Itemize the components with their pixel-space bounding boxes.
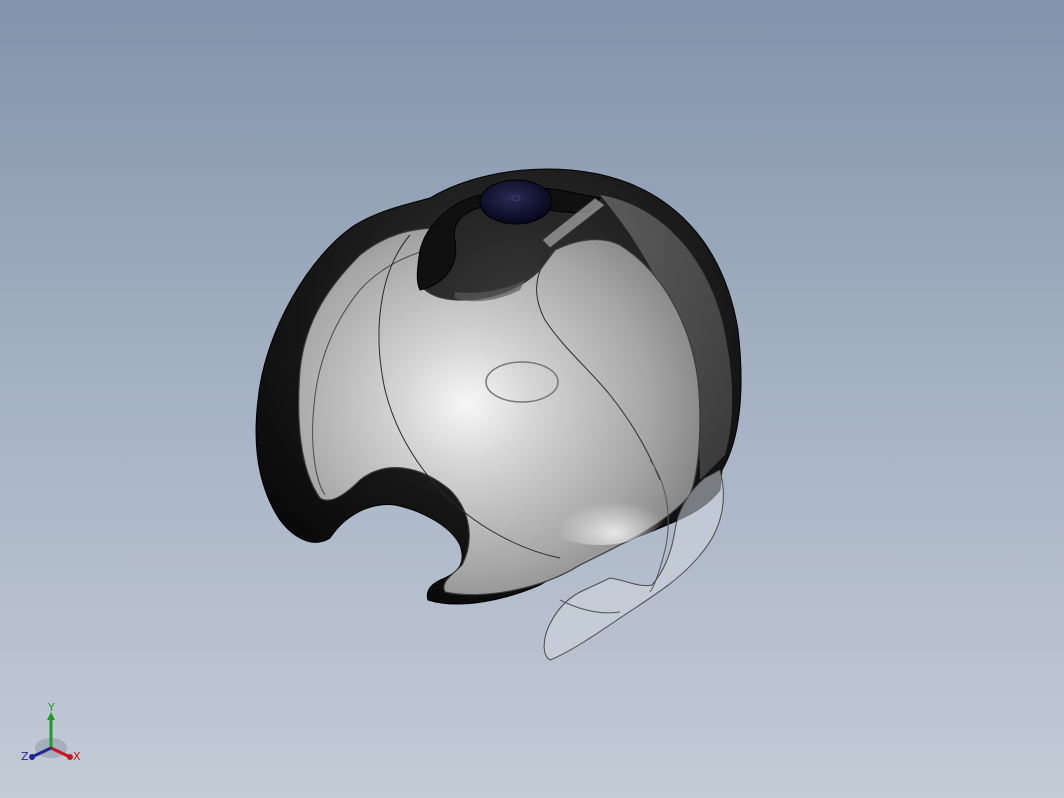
y-axis-label: Y xyxy=(47,701,55,714)
x-axis-label: X xyxy=(73,750,81,763)
graphics-viewport[interactable]: Y X Z xyxy=(0,0,1064,798)
orientation-triad[interactable]: Y X Z xyxy=(18,700,88,770)
insert-highlight xyxy=(530,465,670,545)
z-axis-label: Z xyxy=(21,750,29,763)
z-axis-tip xyxy=(29,754,35,760)
top-knob[interactable] xyxy=(479,179,553,225)
cad-model[interactable] xyxy=(0,0,1064,798)
